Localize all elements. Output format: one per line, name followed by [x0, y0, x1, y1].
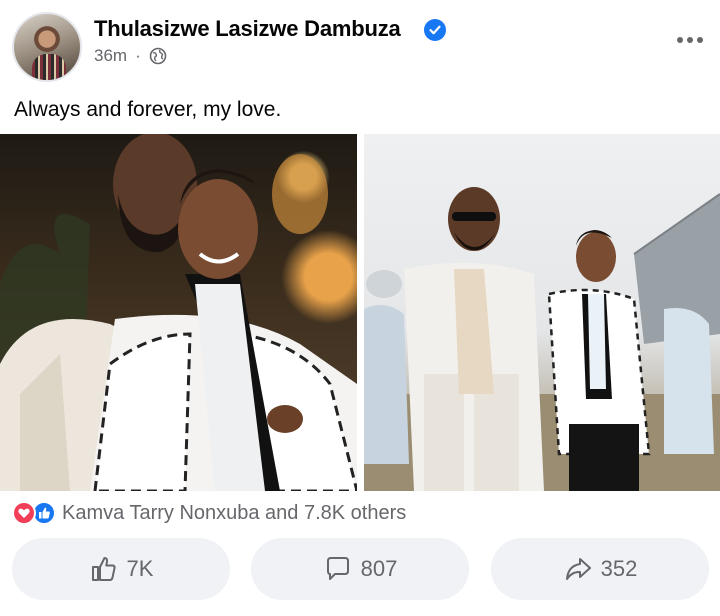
share-count: 352 [600, 556, 638, 581]
author-avatar[interactable] [12, 12, 82, 82]
meta-separator: · [135, 46, 141, 65]
share-arrow-icon [565, 558, 591, 580]
action-bar: 7K 807 352 [0, 538, 720, 602]
more-options-icon[interactable] [672, 28, 708, 52]
like-button[interactable]: 7K [12, 538, 230, 600]
author-name[interactable]: Thulasizwe Lasizwe Dambuza [94, 16, 401, 42]
reactions-text: Kamva Tarry Nonxuba and 7.8K others [62, 501, 407, 524]
photo-left-illustration [0, 134, 357, 491]
comment-bubble-icon [326, 557, 349, 580]
love-reaction-icon [12, 501, 36, 525]
like-count: 7K [126, 556, 154, 581]
globe-icon[interactable] [149, 47, 167, 65]
post-header: Thulasizwe Lasizwe Dambuza 36m · [0, 0, 720, 90]
post-meta: 36m · [94, 46, 167, 66]
thumbs-up-icon [91, 557, 116, 581]
reactions-summary[interactable]: Kamva Tarry Nonxuba and 7.8K others [12, 500, 406, 526]
verified-badge-icon [424, 19, 446, 41]
post-photo-left[interactable] [0, 134, 357, 491]
post-photo-right[interactable] [364, 134, 720, 491]
comment-button[interactable]: 807 [251, 538, 469, 600]
photo-right-illustration [364, 187, 720, 491]
comment-count: 807 [360, 556, 398, 581]
post-timestamp[interactable]: 36m [94, 46, 127, 66]
share-button[interactable]: 352 [491, 538, 709, 600]
post-caption: Always and forever, my love. [14, 98, 282, 121]
